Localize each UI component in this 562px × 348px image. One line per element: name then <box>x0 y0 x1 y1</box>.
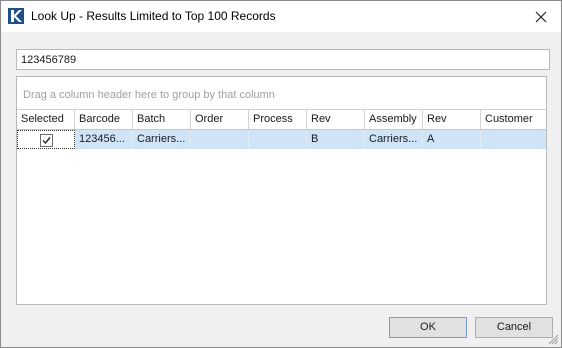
group-by-panel[interactable]: Drag a column header here to group by th… <box>17 77 546 110</box>
rev-cell[interactable]: B <box>307 130 365 149</box>
customer-cell[interactable] <box>481 130 546 149</box>
column-header-assembly-rev[interactable]: Rev <box>423 110 481 129</box>
column-header-process[interactable]: Process <box>249 110 307 129</box>
column-header-row: Selected Barcode Batch Order Process Rev… <box>17 110 546 130</box>
order-cell[interactable] <box>191 130 249 149</box>
column-header-selected[interactable]: Selected <box>17 110 75 129</box>
column-header-batch[interactable]: Batch <box>133 110 191 129</box>
group-by-hint: Drag a column header here to group by th… <box>23 89 275 101</box>
assembly-rev-cell[interactable]: A <box>423 130 481 149</box>
selected-cell[interactable] <box>17 130 75 149</box>
search-input[interactable] <box>16 49 550 70</box>
close-icon[interactable] <box>535 11 547 23</box>
window-title: Look Up - Results Limited to Top 100 Rec… <box>31 9 276 23</box>
batch-cell[interactable]: Carriers... <box>133 130 191 149</box>
selected-checkbox[interactable] <box>40 134 53 147</box>
ok-button[interactable]: OK <box>389 317 467 338</box>
column-header-assembly[interactable]: Assembly <box>365 110 423 129</box>
column-header-customer[interactable]: Customer <box>481 110 546 129</box>
title-bar: Look Up - Results Limited to Top 100 Rec… <box>1 1 561 32</box>
column-header-order[interactable]: Order <box>191 110 249 129</box>
table-row[interactable]: 123456... Carriers... B Carriers... A <box>17 130 546 149</box>
checkmark-icon <box>42 137 51 145</box>
resize-grip-icon[interactable] <box>548 334 559 345</box>
lookup-dialog: Look Up - Results Limited to Top 100 Rec… <box>0 0 562 348</box>
barcode-cell[interactable]: 123456... <box>75 130 133 149</box>
cancel-button[interactable]: Cancel <box>475 317 553 338</box>
process-cell[interactable] <box>249 130 307 149</box>
assembly-cell[interactable]: Carriers... <box>365 130 423 149</box>
close-button[interactable] <box>521 1 561 32</box>
column-header-rev[interactable]: Rev <box>307 110 365 129</box>
column-header-barcode[interactable]: Barcode <box>75 110 133 129</box>
app-logo-icon <box>8 8 24 24</box>
results-grid: Drag a column header here to group by th… <box>16 76 547 305</box>
